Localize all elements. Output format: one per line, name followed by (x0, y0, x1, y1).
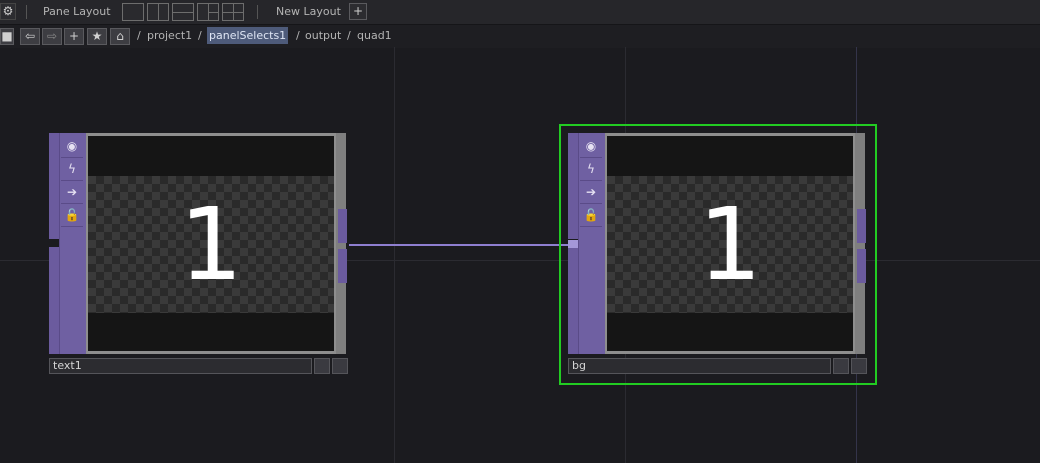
breadcrumb-separator: / (137, 29, 141, 42)
input-connector[interactable] (568, 240, 578, 248)
new-layout-add-button[interactable]: + (349, 3, 367, 20)
stop-icon[interactable]: ■ (0, 28, 14, 45)
node-name-field[interactable]: bg (568, 358, 831, 374)
breadcrumb-separator: / (347, 29, 351, 42)
new-layout-label: New Layout (276, 5, 341, 18)
output-bar (336, 133, 346, 354)
connection-wire[interactable] (349, 244, 571, 246)
add-icon[interactable]: + (64, 28, 84, 45)
layout-three-pane-button[interactable] (197, 3, 219, 21)
preview-viewer: 1 (88, 136, 334, 351)
breadcrumb-separator: / (296, 29, 300, 42)
export-arrow-icon[interactable]: ➔ (61, 181, 83, 204)
node-flag-toggle[interactable] (851, 358, 867, 374)
layout-quad-button[interactable] (222, 3, 244, 21)
breadcrumb-item-project1[interactable]: project1 (147, 29, 192, 42)
pane-layout-label: Pane Layout (43, 5, 111, 18)
preview-text: 1 (698, 186, 762, 303)
breadcrumb-item-output[interactable]: output (305, 29, 341, 42)
back-arrow-icon[interactable]: ⇦ (20, 28, 40, 45)
preview-text: 1 (179, 186, 243, 303)
output-connector[interactable] (338, 249, 347, 283)
separator (257, 5, 258, 19)
node-name-field[interactable]: text1 (49, 358, 312, 374)
node-bg[interactable]: ◉ ϟ ➔ 🔓 1 bg (568, 133, 868, 378)
output-connector[interactable] (338, 209, 347, 243)
layout-split-horizontal-button[interactable] (172, 3, 194, 21)
preview-frame: 1 (605, 133, 855, 354)
preview-frame: 1 (86, 133, 336, 354)
node-flag-toggle[interactable] (332, 358, 348, 374)
breadcrumb-separator: / (198, 29, 202, 42)
breadcrumb-item-panelselects1[interactable]: panelSelects1 (207, 27, 289, 44)
viewer-toggle-icon[interactable]: ◉ (580, 135, 602, 158)
lock-icon[interactable]: 🔓 (580, 204, 602, 227)
grid-line (394, 47, 395, 463)
export-arrow-icon[interactable]: ➔ (580, 181, 602, 204)
pane-toolbar: ⚙ Pane Layout New Layout + (0, 0, 1040, 24)
output-connector[interactable] (857, 249, 866, 283)
output-connector[interactable] (857, 209, 866, 243)
viewer-active-toggle[interactable] (833, 358, 849, 374)
cook-icon[interactable]: ϟ (61, 158, 83, 181)
preview-viewer: 1 (607, 136, 853, 351)
forward-arrow-icon[interactable]: ⇨ (42, 28, 62, 45)
viewer-active-toggle[interactable] (314, 358, 330, 374)
lock-icon[interactable]: 🔓 (61, 204, 83, 227)
node-text1[interactable]: ◉ ϟ ➔ 🔓 1 text1 (49, 133, 349, 378)
star-icon[interactable]: ★ (87, 28, 107, 45)
layout-split-vertical-button[interactable] (147, 3, 169, 21)
home-icon[interactable]: ⌂ (110, 28, 130, 45)
viewer-toggle-icon[interactable]: ◉ (61, 135, 83, 158)
breadcrumb-item-quad1[interactable]: quad1 (357, 29, 392, 42)
separator (26, 5, 27, 19)
cook-icon[interactable]: ϟ (580, 158, 602, 181)
layout-single-button[interactable] (122, 3, 144, 21)
output-bar (855, 133, 865, 354)
network-icon[interactable]: ⚙ (0, 3, 16, 20)
